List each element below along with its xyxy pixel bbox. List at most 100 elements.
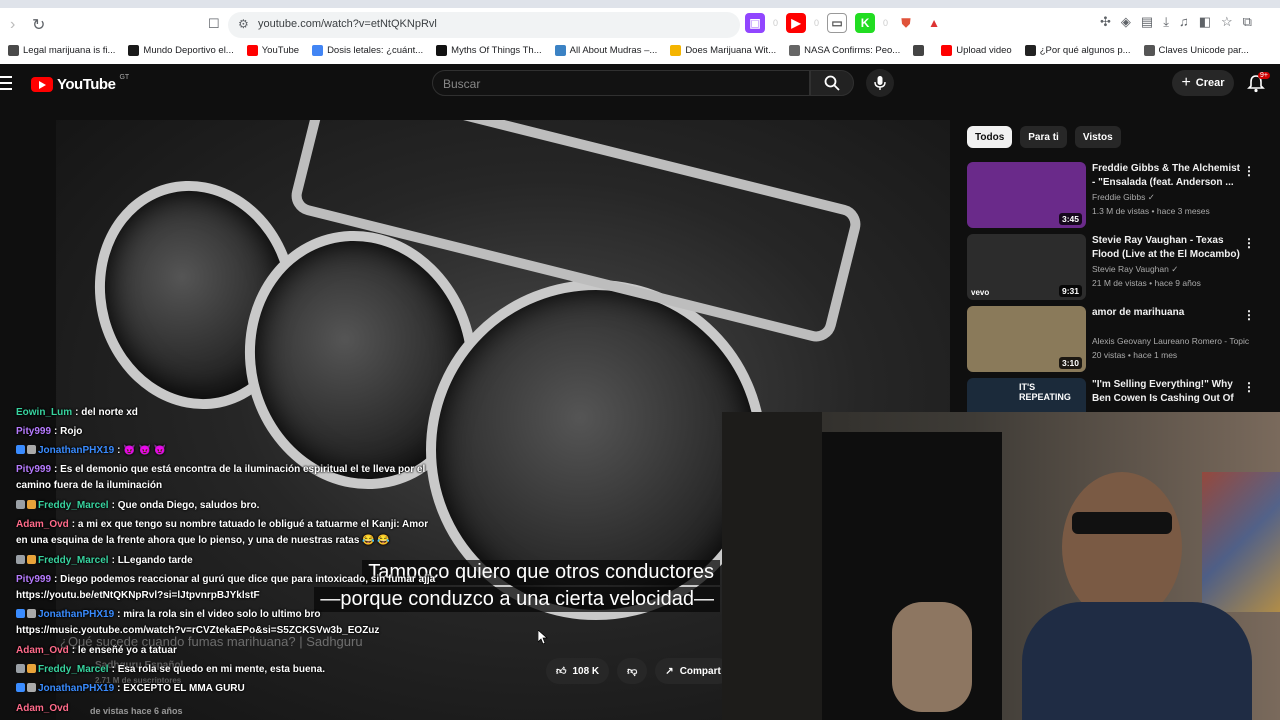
chat-username[interactable]: Eowin_Lum	[16, 407, 72, 418]
youtube-play-icon	[31, 77, 53, 92]
chat-username[interactable]: Pity999	[16, 426, 51, 437]
youtube-logo[interactable]: YouTube GT	[31, 74, 129, 93]
recommendation-item[interactable]: 3:45 Freddie Gibbs & The Alchemist - "Ens…	[967, 162, 1257, 228]
forward-icon[interactable]: ›	[10, 16, 15, 34]
search-button[interactable]	[810, 70, 854, 96]
music-icon[interactable]: ♫	[1179, 14, 1189, 30]
live-chat-overlay: Eowin_Lum: del norte xd Pity999: Rojo Jona…	[0, 400, 445, 720]
more-options-icon[interactable]: ⋮	[1243, 308, 1255, 322]
chat-text: Es el demonio que está encontra de la il…	[16, 464, 426, 491]
youtube-header: YouTube GT + Crear 9+	[0, 64, 1280, 104]
bookmark-item[interactable]: Does Marijuana Wit...	[670, 44, 776, 56]
chat-username[interactable]: JonathanPHX19	[38, 445, 114, 456]
search-input[interactable]	[443, 77, 793, 91]
webcam-hand-blur	[892, 602, 972, 712]
menu-icon[interactable]	[0, 76, 12, 94]
chat-message: Pity999: Es el demonio que está encontra…	[16, 464, 426, 491]
recommendation-item[interactable]: IT'S REPEATING "I'm Selling Everything!" …	[967, 378, 1257, 412]
extensions-icon[interactable]: ⧉	[1243, 14, 1252, 30]
bookmark-favicon-icon	[246, 44, 258, 56]
recommendation-channel[interactable]: Freddie Gibbs ✓	[1092, 192, 1155, 203]
channel-name[interactable]: Alexis Geovany Laureano Romero - Topic	[1092, 336, 1249, 346]
bookmark-item[interactable]: Legal marijuana is fi...	[8, 44, 115, 56]
chat-username[interactable]: Adam_Ovd	[16, 645, 69, 656]
bookmark-item[interactable]: Dosis letales: ¿cuánt...	[312, 44, 423, 56]
bookmark-item[interactable]: Claves Unicode par...	[1143, 44, 1249, 56]
site-info-icon[interactable]: ⚙	[238, 17, 249, 31]
cast-icon[interactable]: ▭	[827, 13, 848, 33]
recommendation-channel[interactable]: Stevie Ray Vaughan ✓	[1092, 264, 1178, 275]
recommendation-item[interactable]: vevo 9:31 Stevie Ray Vaughan - Texas Flood…	[967, 234, 1257, 300]
channel-name[interactable]: Freddie Gibbs	[1092, 192, 1145, 202]
reload-icon[interactable]: ↻	[32, 15, 45, 35]
chat-username[interactable]: Pity999	[16, 464, 51, 475]
voice-search-button[interactable]	[866, 69, 894, 97]
chat-message: Adam_Ovd	[16, 701, 436, 717]
chat-icon[interactable]: ◈	[1121, 14, 1131, 30]
chip-vistos[interactable]: Vistos	[1074, 126, 1121, 148]
dislike-button[interactable]: 👎︎	[617, 658, 648, 684]
bookmark-item[interactable]: Upload video	[941, 44, 1012, 56]
bookmark-item[interactable]: Myths Of Things Th...	[436, 44, 542, 56]
chat-badge-icon	[16, 445, 25, 454]
bookmark-favicon-icon	[913, 44, 925, 56]
sidebar-icon[interactable]: ◧	[1199, 14, 1211, 30]
chat-username[interactable]: Pity999	[16, 574, 51, 585]
video-thumbnail[interactable]: IT'S REPEATING	[967, 378, 1086, 412]
bookmark-label: NASA Confirms: Peo...	[804, 44, 901, 56]
bookmark-item[interactable]: YouTube	[246, 44, 300, 56]
download-icon[interactable]: ⤓	[1163, 14, 1169, 30]
chat-username[interactable]: Freddy_Marcel	[38, 664, 109, 675]
bookmark-label: ¿Por qué algunos p...	[1039, 44, 1131, 56]
like-button[interactable]: 👍︎ 108 K	[546, 658, 610, 684]
video-thumbnail[interactable]: vevo 9:31	[967, 234, 1086, 300]
favorites-icon[interactable]: ☆	[1221, 14, 1233, 30]
create-button[interactable]: + Crear	[1172, 70, 1234, 96]
recommendation-title[interactable]: "I'm Selling Everything!" Why Ben Cowen …	[1092, 378, 1242, 412]
warning-icon[interactable]: ▲	[924, 13, 945, 33]
chip-todos[interactable]: Todos	[967, 126, 1013, 148]
recommendation-meta: 20 vistas • hace 1 mes	[1092, 350, 1178, 360]
recommendation-item[interactable]: 3:10 amor de marihuana Alexis Geovany Laur…	[967, 306, 1257, 372]
recommendation-meta: 1.3 M de vistas • hace 3 meses	[1092, 206, 1210, 216]
recommendation-title[interactable]: Freddie Gibbs & The Alchemist - "Ensalad…	[1092, 162, 1242, 190]
video-duration: 9:31	[1058, 285, 1082, 297]
share-label: Compart	[679, 665, 721, 677]
chat-username[interactable]: Adam_Ovd	[16, 703, 69, 714]
puzzle-icon[interactable]: ✣	[1100, 14, 1111, 30]
chip-para-ti[interactable]: Para ti	[1020, 126, 1067, 148]
more-options-icon[interactable]: ⋮	[1243, 380, 1255, 394]
bookmark-label: YouTube	[261, 44, 300, 56]
video-thumbnail[interactable]: 3:10	[967, 306, 1086, 372]
channel-name[interactable]: Stevie Ray Vaughan	[1092, 264, 1169, 274]
screenshot-icon[interactable]: ▤	[1141, 14, 1153, 30]
video-thumbnail[interactable]: 3:45	[967, 162, 1086, 228]
bookmark-item[interactable]: ¿Por qué algunos p...	[1024, 44, 1131, 56]
more-options-icon[interactable]: ⋮	[1243, 236, 1255, 250]
chat-username[interactable]: Adam_Ovd	[16, 519, 69, 530]
chat-username[interactable]: JonathanPHX19	[38, 683, 114, 694]
address-bar[interactable]: ⚙ youtube.com/watch?v=etNtQKNpRvl	[228, 12, 740, 38]
mouse-cursor-icon	[538, 630, 548, 644]
tab-strip[interactable]	[0, 0, 1280, 8]
kick-icon[interactable]: K	[855, 13, 876, 33]
chat-text: 😈 😈 😈	[123, 445, 167, 456]
bookmark-item[interactable]: NASA Confirms: Peo...	[789, 44, 901, 56]
recommendation-title[interactable]: Stevie Ray Vaughan - Texas Flood (Live a…	[1092, 234, 1242, 262]
bookmark-item[interactable]: All About Mudras –...	[554, 44, 657, 56]
chat-username[interactable]: Freddy_Marcel	[38, 555, 109, 566]
recommendation-channel[interactable]: Alexis Geovany Laureano Romero - Topic	[1092, 336, 1249, 346]
bookmark-star-icon[interactable]: ☐	[208, 16, 220, 32]
bookmark-item[interactable]	[913, 44, 928, 56]
chat-username[interactable]: JonathanPHX19	[38, 609, 114, 620]
chat-username[interactable]: Freddy_Marcel	[38, 500, 109, 511]
bookmark-item[interactable]: Mundo Deportivo el...	[128, 44, 234, 56]
recommendation-title[interactable]: amor de marihuana	[1092, 306, 1242, 320]
twitch-icon[interactable]: ▣	[745, 13, 765, 33]
shield-icon[interactable]: ⛊	[896, 13, 917, 33]
search-box[interactable]	[432, 70, 810, 96]
youtube-ext-icon[interactable]: ▶	[786, 13, 807, 33]
more-options-icon[interactable]: ⋮	[1243, 164, 1255, 178]
share-button[interactable]: ↗ Compart	[655, 658, 731, 684]
url-text[interactable]: youtube.com/watch?v=etNtQKNpRvl	[258, 18, 437, 30]
